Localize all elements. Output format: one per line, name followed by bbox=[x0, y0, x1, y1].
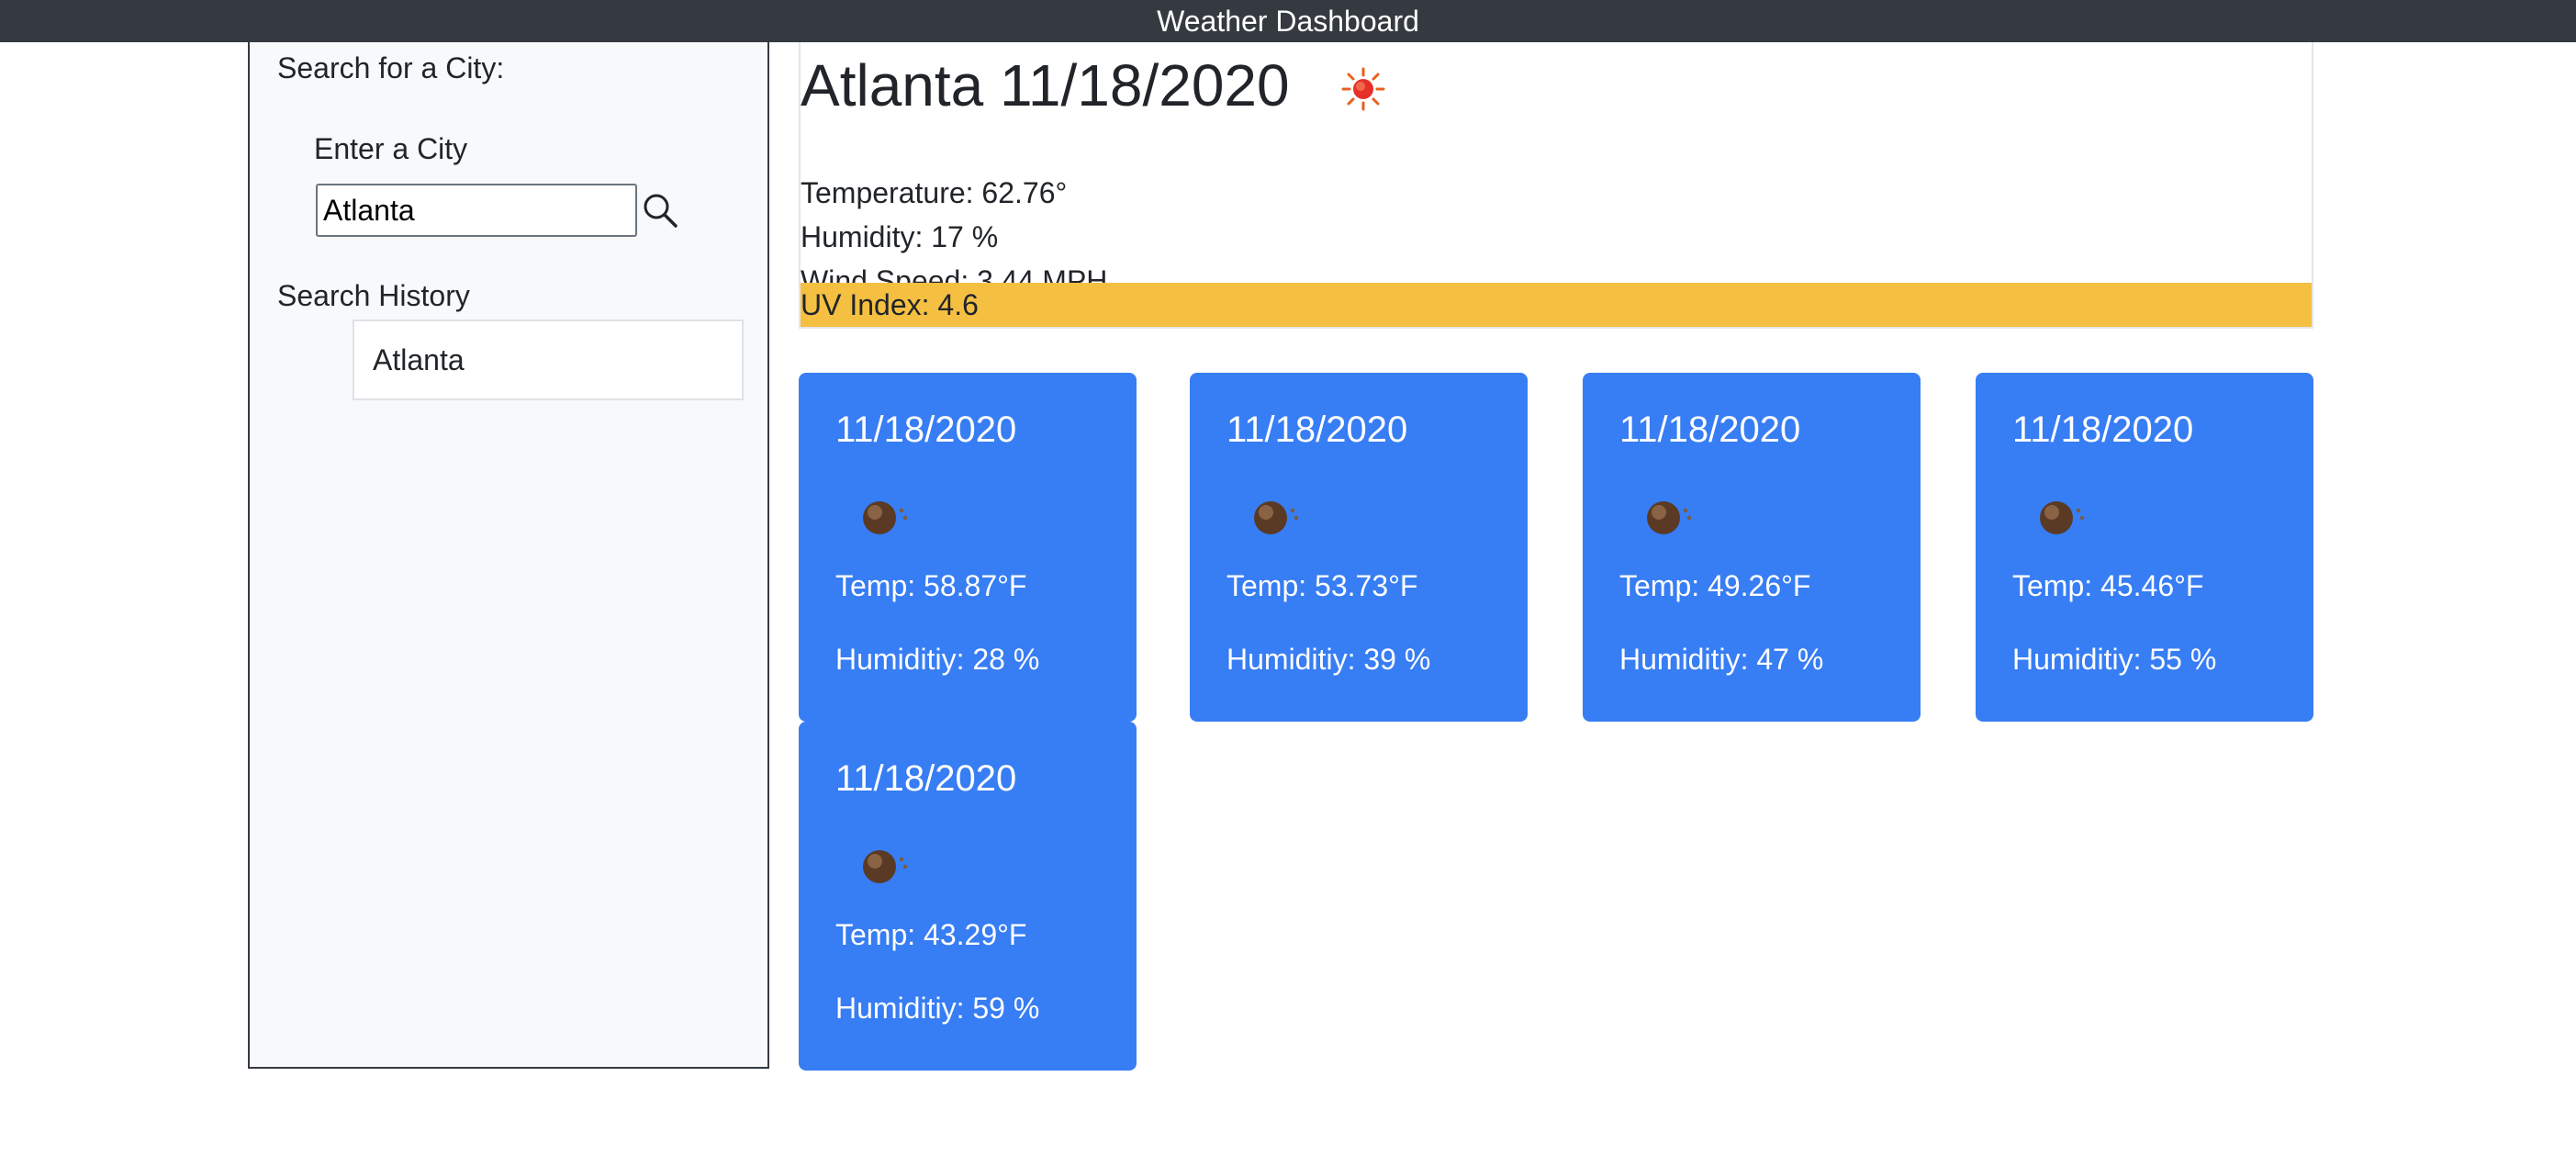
forecast-date: 11/18/2020 bbox=[1619, 409, 1801, 450]
sun-icon bbox=[1341, 67, 1385, 111]
current-date: 11/18/2020 bbox=[1000, 52, 1290, 118]
current-city-heading: Atlanta 11/18/2020 bbox=[801, 46, 1290, 125]
cloud-icon bbox=[1254, 501, 1299, 534]
forecast-card: 11/18/2020 Temp: 43.29°F Humiditiy: 59 % bbox=[799, 722, 1137, 1071]
current-weather: Atlanta 11/18/2020 Temperature: 62.76° H… bbox=[799, 42, 2313, 329]
forecast-temp: Temp: 58.87°F bbox=[835, 569, 1027, 602]
forecast-card: 11/18/2020 Temp: 53.73°F Humiditiy: 39 % bbox=[1190, 373, 1528, 722]
cloud-icon bbox=[863, 850, 908, 883]
forecast-card: 11/18/2020 Temp: 58.87°F Humiditiy: 28 % bbox=[799, 373, 1137, 722]
search-button[interactable] bbox=[639, 189, 683, 233]
forecast-temp: Temp: 45.46°F bbox=[2012, 569, 2204, 602]
forecast-humidity: Humiditiy: 28 % bbox=[835, 643, 1040, 676]
forecast-humidity: Humiditiy: 39 % bbox=[1226, 643, 1431, 676]
search-icon bbox=[644, 194, 678, 228]
search-history-list: Atlanta bbox=[353, 320, 744, 400]
forecast-date: 11/18/2020 bbox=[1226, 409, 1408, 450]
sidebar: Search for a City: Enter a City Search H… bbox=[248, 42, 769, 1069]
search-title: Search for a City: bbox=[277, 51, 505, 84]
forecast-date: 11/18/2020 bbox=[2012, 409, 2194, 450]
city-search-input[interactable] bbox=[316, 184, 637, 237]
app-title: Weather Dashboard bbox=[1157, 5, 1419, 38]
city-input-label: Enter a City bbox=[314, 132, 468, 165]
forecast-humidity: Humiditiy: 59 % bbox=[835, 992, 1040, 1025]
navbar: Weather Dashboard bbox=[0, 0, 2576, 42]
current-humidity: Humidity: 17 % bbox=[801, 220, 999, 253]
forecast-temp: Temp: 43.29°F bbox=[835, 918, 1027, 951]
cloud-icon bbox=[863, 501, 908, 534]
cloud-icon bbox=[2040, 501, 2085, 534]
search-history-title: Search History bbox=[277, 279, 470, 312]
history-item[interactable]: Atlanta bbox=[353, 320, 744, 400]
forecast-card: 11/18/2020 Temp: 45.46°F Humiditiy: 55 % bbox=[1976, 373, 2313, 722]
forecast-card: 11/18/2020 Temp: 49.26°F Humiditiy: 47 % bbox=[1583, 373, 1921, 722]
forecast-humidity: Humiditiy: 55 % bbox=[2012, 643, 2217, 676]
current-city: Atlanta bbox=[801, 52, 984, 118]
current-temperature: Temperature: 62.76° bbox=[801, 176, 1068, 209]
forecast-humidity: Humiditiy: 47 % bbox=[1619, 643, 1824, 676]
forecast-temp: Temp: 53.73°F bbox=[1226, 569, 1418, 602]
forecast-date: 11/18/2020 bbox=[835, 758, 1017, 799]
cloud-icon bbox=[1647, 501, 1692, 534]
forecast-date: 11/18/2020 bbox=[835, 409, 1017, 450]
forecast-temp: Temp: 49.26°F bbox=[1619, 569, 1811, 602]
uv-index-badge: UV Index: 4.6 bbox=[801, 283, 2312, 327]
